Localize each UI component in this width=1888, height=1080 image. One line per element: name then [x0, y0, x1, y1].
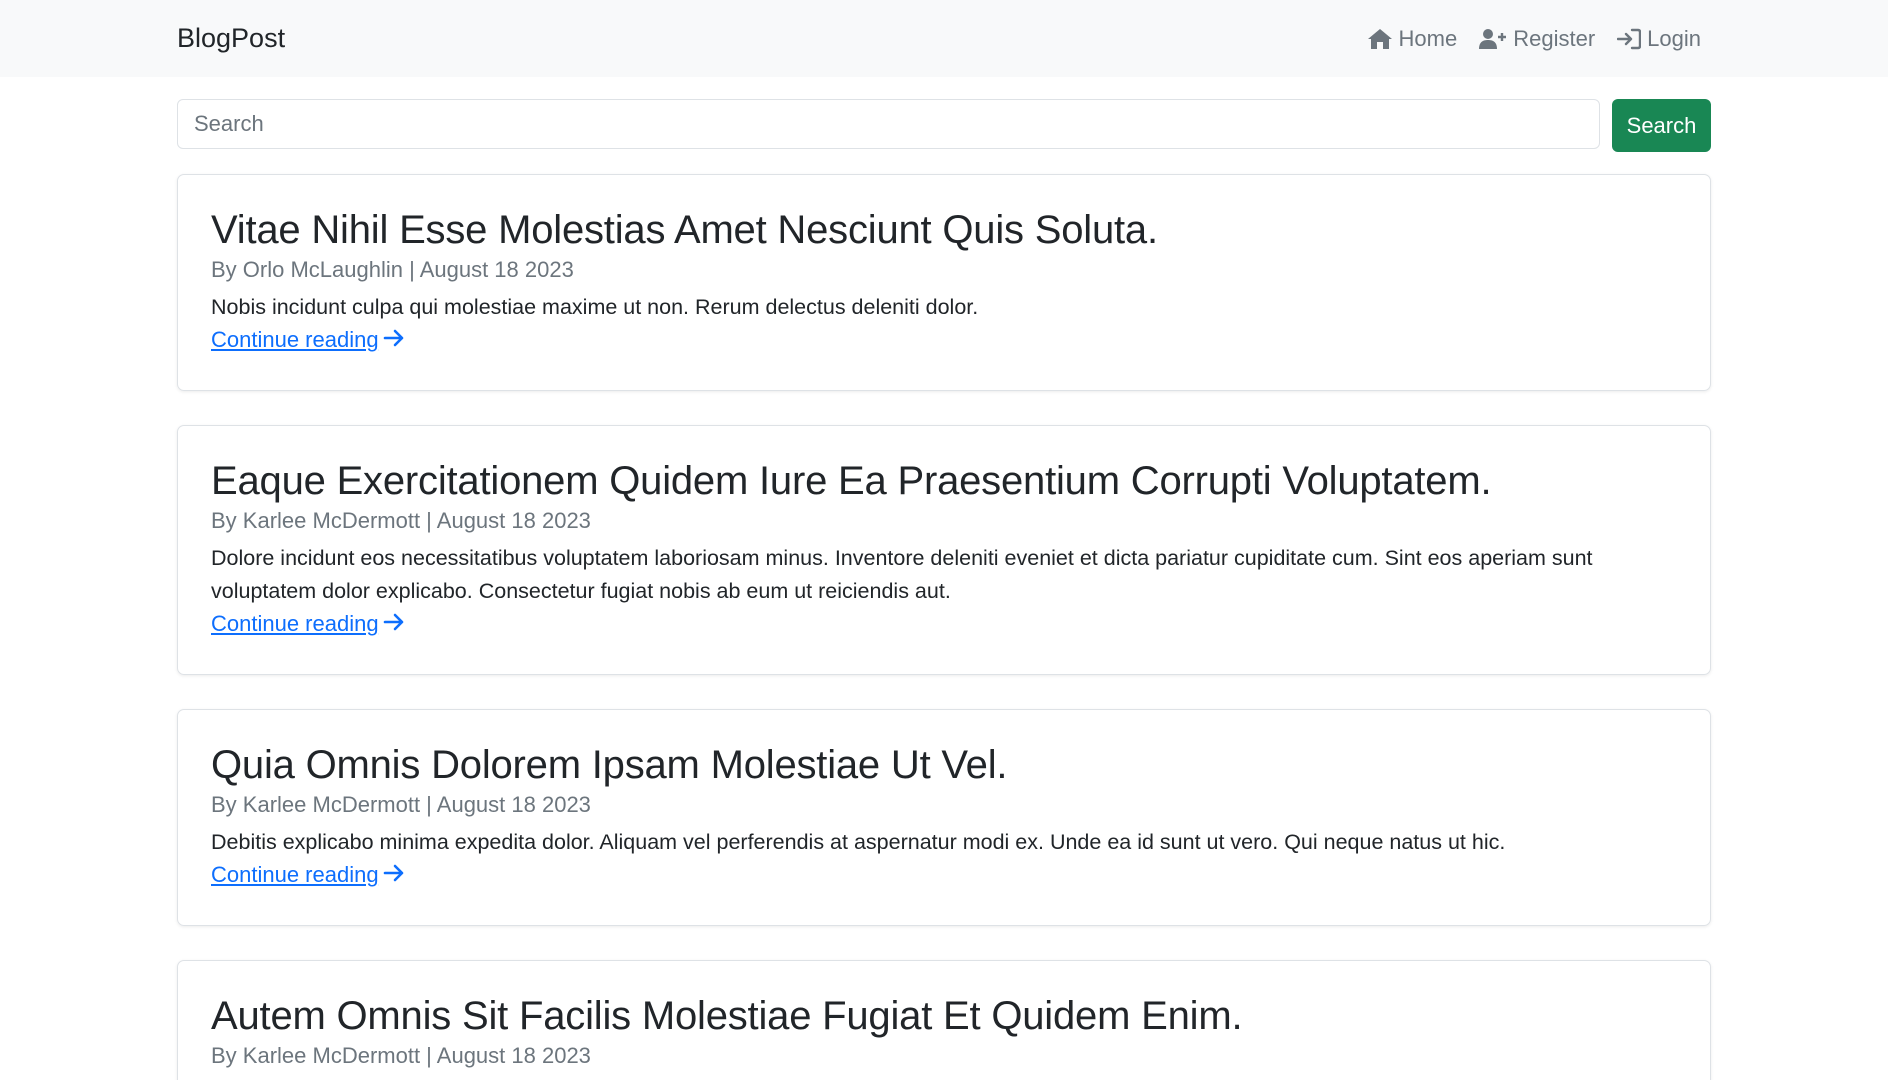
post-card: Eaque Exercitationem Quidem Iure Ea Prae…	[177, 425, 1711, 675]
post-excerpt: Nobis incidunt culpa qui molestiae maxim…	[211, 295, 979, 319]
post-excerpt: Dolore incidunt eos necessitatibus volup…	[211, 546, 1593, 603]
navbar: BlogPost Home Register Login	[0, 0, 1888, 77]
nav-register-label: Register	[1513, 25, 1596, 51]
arrow-right-icon	[383, 324, 405, 356]
nav-links: Home Register Login	[1367, 26, 1701, 52]
search-button[interactable]: Search	[1612, 99, 1711, 152]
nav-login-label: Login	[1647, 25, 1701, 51]
post-title: Autem Omnis Sit Facilis Molestiae Fugiat…	[211, 994, 1243, 1038]
home-icon	[1367, 28, 1393, 50]
post-title: Quia Omnis Dolorem Ipsam Molestiae Ut Ve…	[211, 743, 1008, 787]
post-title: Vitae Nihil Esse Molestias Amet Nesciunt…	[211, 208, 1158, 252]
search-form: Search	[177, 99, 1711, 152]
post-excerpt: Debitis explicabo minima expedita dolor.…	[211, 830, 1506, 854]
post-card: Autem Omnis Sit Facilis Molestiae Fugiat…	[177, 960, 1711, 1080]
main-content: Search Vitae Nihil Esse Molestias Amet N…	[177, 99, 1711, 1080]
navbar-inner: BlogPost Home Register Login	[177, 0, 1711, 77]
continue-reading-label: Continue reading	[211, 611, 379, 636]
arrow-right-icon	[383, 608, 405, 640]
post-meta: By Karlee McDermott | August 18 2023	[211, 1043, 591, 1068]
post-card: Vitae Nihil Esse Molestias Amet Nesciunt…	[177, 174, 1711, 391]
user-plus-icon	[1479, 28, 1507, 50]
post-card: Quia Omnis Dolorem Ipsam Molestiae Ut Ve…	[177, 709, 1711, 926]
nav-register-link[interactable]: Register	[1479, 26, 1595, 52]
login-icon	[1617, 28, 1642, 50]
post-title: Eaque Exercitationem Quidem Iure Ea Prae…	[211, 459, 1492, 503]
post-meta: By Karlee McDermott | August 18 2023	[211, 508, 591, 533]
search-input[interactable]	[177, 99, 1600, 149]
continue-reading-link[interactable]: Continue reading	[211, 608, 405, 640]
continue-reading-link[interactable]: Continue reading	[211, 324, 405, 356]
nav-home-label: Home	[1398, 25, 1458, 51]
continue-reading-label: Continue reading	[211, 862, 379, 887]
continue-reading-link[interactable]: Continue reading	[211, 859, 405, 891]
nav-home-link[interactable]: Home	[1367, 25, 1458, 52]
post-meta: By Orlo McLaughlin | August 18 2023	[211, 257, 574, 282]
nav-login-link[interactable]: Login	[1617, 26, 1701, 52]
brand-logo[interactable]: BlogPost	[177, 23, 285, 54]
post-meta: By Karlee McDermott | August 18 2023	[211, 792, 591, 817]
continue-reading-label: Continue reading	[211, 327, 379, 352]
arrow-right-icon	[383, 859, 405, 891]
